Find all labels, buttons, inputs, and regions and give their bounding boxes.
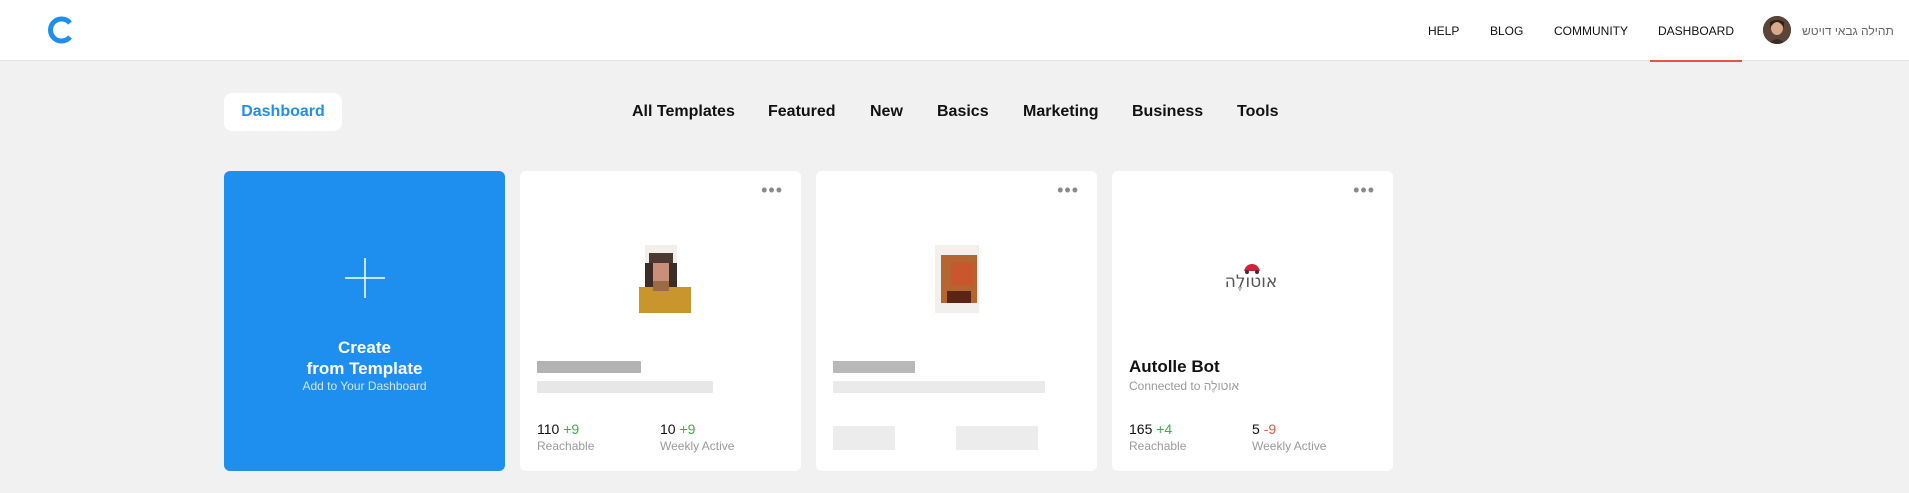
chatfuel-logo-icon[interactable] [44,13,78,47]
nav-blog[interactable]: BLOG [1490,0,1523,61]
autolle-logo: אוטולֶה [1216,257,1286,292]
bot-card[interactable]: ••• אוטולֶה Autolle Bot Connected to אוט… [1112,171,1393,471]
create-from-template-card[interactable]: Create from Template Add to Your Dashboa… [224,171,505,471]
tab-dashboard[interactable]: Dashboard [224,93,342,131]
reachable-value: 165 +4 [1129,421,1173,437]
bot-avatar [925,245,989,313]
more-dots-icon[interactable]: ••• [1353,181,1375,199]
weekly-active-value: 10 +9 [660,421,696,437]
bot-connected-page: Connected to אוטולֶה [1129,379,1240,393]
tab-featured[interactable]: Featured [768,93,836,131]
bot-avatar [629,245,693,313]
nav-dashboard[interactable]: DASHBOARD [1649,0,1743,62]
more-dots-icon[interactable]: ••• [761,181,783,199]
bot-card[interactable]: ••• [816,171,1097,471]
nav-help[interactable]: HELP [1428,0,1459,61]
top-bar: HELP BLOG COMMUNITY DASHBOARD תהילה גבאי… [0,0,1909,62]
weekly-active-value: 5 -9 [1252,421,1277,437]
tab-business[interactable]: Business [1132,93,1203,131]
bot-name: Autolle Bot [1129,357,1220,376]
user-name[interactable]: תהילה גבאי דויטש [1802,0,1894,61]
user-avatar[interactable] [1763,16,1791,44]
reachable-label: Reachable [537,439,595,453]
svg-text:אוטולֶה: אוטולֶה [1225,272,1277,291]
create-title: Create from Template [306,338,423,378]
create-subtitle: Add to Your Dashboard [302,379,427,393]
tab-marketing[interactable]: Marketing [1023,93,1099,131]
weekly-active-label: Weekly Active [660,439,735,453]
nav-community[interactable]: COMMUNITY [1554,0,1628,61]
plus-icon [345,258,385,298]
tab-new[interactable]: New [870,93,903,131]
tab-all-templates[interactable]: All Templates [632,93,735,131]
bot-card[interactable]: ••• 110 +9 Reachable 10 +9 Weekly Active [520,171,801,471]
car-icon: אוטולֶה [1225,264,1277,292]
reachable-value: 110 +9 [537,421,580,437]
reachable-label: Reachable [1129,439,1187,453]
tab-tools[interactable]: Tools [1237,93,1278,131]
weekly-active-label: Weekly Active [1252,439,1327,453]
more-dots-icon[interactable]: ••• [1057,181,1079,199]
tab-basics[interactable]: Basics [937,93,989,131]
